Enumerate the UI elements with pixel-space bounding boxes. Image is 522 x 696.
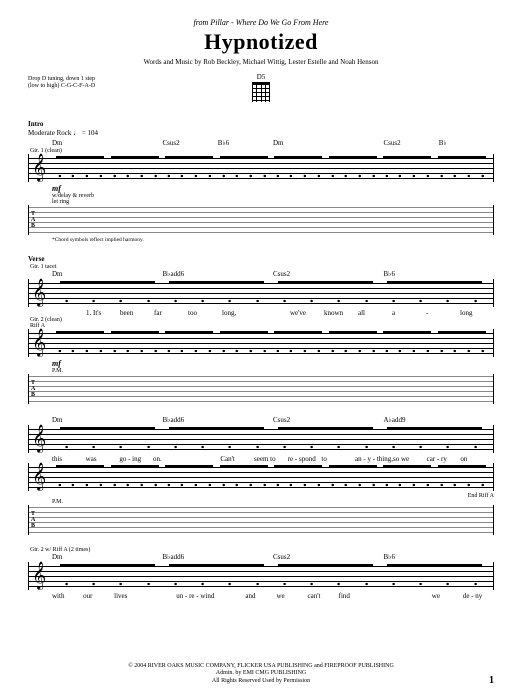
note-group xyxy=(271,279,380,307)
chord-row: Dm B♭add6 Csus2 A♭add9 xyxy=(28,416,494,424)
staff: 𝄞 xyxy=(28,463,494,491)
from-prefix: from xyxy=(194,18,209,27)
tab-staff: T A B xyxy=(28,374,494,404)
note-group xyxy=(380,463,435,491)
tab-staff: T A B xyxy=(28,205,494,235)
note-group xyxy=(435,329,490,357)
section-intro: Intro xyxy=(28,120,494,128)
note-group xyxy=(435,154,490,182)
admin: Admin. by EMI CMG PUBLISHING xyxy=(0,670,522,678)
note-group xyxy=(53,463,108,491)
note-group xyxy=(108,329,163,357)
chord-row: Dm Csus2 B♭6 Dm Csus2 B♭ xyxy=(28,139,494,147)
treble-clef-icon: 𝄞 xyxy=(32,329,46,357)
note-group xyxy=(380,425,489,453)
chord-row: Dm B♭add6 Csus2 B♭6 xyxy=(28,553,494,561)
note-group xyxy=(108,463,163,491)
note-group xyxy=(326,154,381,182)
treble-clef-icon: 𝄞 xyxy=(32,463,46,491)
footnote: *Chord symbols reflect implied harmony. xyxy=(52,237,494,243)
notes-row xyxy=(53,279,489,307)
note-group xyxy=(162,329,217,357)
album: Where Do We Go From Here xyxy=(236,18,329,27)
notes-row xyxy=(53,329,489,357)
note-group xyxy=(53,329,108,357)
song-title: Hypnotized xyxy=(28,29,494,55)
staff: 𝄞 xyxy=(28,154,494,182)
tab-label: T A B xyxy=(31,380,35,398)
note-group xyxy=(271,425,380,453)
note-group xyxy=(380,279,489,307)
dynamic-mf: mf xyxy=(52,359,494,368)
lyrics-row: this was go - ing on. Can't seem to re -… xyxy=(28,455,494,463)
treble-clef-icon: 𝄞 xyxy=(32,562,46,590)
source-line: from Pillar - Where Do We Go From Here xyxy=(28,18,494,27)
note-group xyxy=(271,154,326,182)
note-group xyxy=(326,463,381,491)
tab-label: T A B xyxy=(31,211,35,229)
note-group xyxy=(271,562,380,590)
notes-row xyxy=(53,562,489,590)
note-group xyxy=(108,154,163,182)
note-group xyxy=(380,562,489,590)
note-group xyxy=(162,279,271,307)
artist: Pillar xyxy=(210,18,229,27)
staff: 𝄞 xyxy=(28,279,494,307)
album-sep: - xyxy=(229,18,236,27)
copyright: © 2004 RIVER OAKS MUSIC COMPANY, FLICKER… xyxy=(0,663,522,671)
note-group xyxy=(380,329,435,357)
note-group xyxy=(162,562,271,590)
note-group xyxy=(435,463,490,491)
treble-clef-icon: 𝄞 xyxy=(32,425,46,453)
note-group xyxy=(53,562,162,590)
notes-row xyxy=(53,425,489,453)
system-verse-1: Verse Gtr. 1 tacet Dm B♭add6 Csus2 B♭6 𝄞… xyxy=(28,255,494,404)
page-number: 1 xyxy=(489,675,494,686)
treble-clef-icon: 𝄞 xyxy=(32,279,46,307)
staff: 𝄞 xyxy=(28,329,494,357)
system-verse-3: Gtr. 2 w/ Riff A (2 times) Dm B♭add6 Csu… xyxy=(28,547,494,600)
staff: 𝄞 xyxy=(28,425,494,453)
tuning-line2: (low to high) C-G-C-F-A-D xyxy=(28,83,95,90)
system-verse-2: Dm B♭add6 Csus2 A♭add9 𝄞 this was go - i… xyxy=(28,416,494,535)
rights: All Rights Reserved Used by Permission xyxy=(0,678,522,686)
note-group xyxy=(380,154,435,182)
notes-row xyxy=(53,154,489,182)
lyrics-row: with our lives un - re - wind and we can… xyxy=(28,592,494,600)
note-group xyxy=(162,425,271,453)
note-group xyxy=(53,279,162,307)
note-group xyxy=(217,463,272,491)
note-group xyxy=(162,154,217,182)
footer: © 2004 RIVER OAKS MUSIC COMPANY, FLICKER… xyxy=(0,663,522,686)
note-group xyxy=(53,425,162,453)
note-group xyxy=(217,154,272,182)
chord-grid-icon xyxy=(252,82,270,102)
note-group xyxy=(326,329,381,357)
tuning-note: Drop D tuning, down 1 step (low to high)… xyxy=(28,76,95,90)
chord-diagram-name: D5 xyxy=(252,73,270,81)
tempo: Moderate Rock ♩ = 104 xyxy=(28,129,494,137)
note-group xyxy=(217,329,272,357)
note-group xyxy=(162,463,217,491)
chord-row: Dm B♭add6 Csus2 B♭6 xyxy=(28,270,494,278)
notes-row xyxy=(53,463,489,491)
chord-diagram: D5 xyxy=(252,73,270,102)
note-group xyxy=(271,463,326,491)
staff: 𝄞 xyxy=(28,562,494,590)
tab-staff: T A B xyxy=(28,505,494,535)
sheet-header: from Pillar - Where Do We Go From Here H… xyxy=(28,18,494,102)
note-group xyxy=(53,154,108,182)
treble-clef-icon: 𝄞 xyxy=(32,154,46,182)
credits: Words and Music by Rob Beckley, Michael … xyxy=(28,58,494,66)
system-intro: Intro Moderate Rock ♩ = 104 Dm Csus2 B♭6… xyxy=(28,120,494,243)
lyrics-row: 1. It's been far too long, we've known a… xyxy=(28,309,494,317)
tab-label: T A B xyxy=(31,511,35,529)
dynamic-mf: mf xyxy=(52,184,494,193)
section-verse: Verse xyxy=(28,255,494,263)
note-group xyxy=(271,329,326,357)
